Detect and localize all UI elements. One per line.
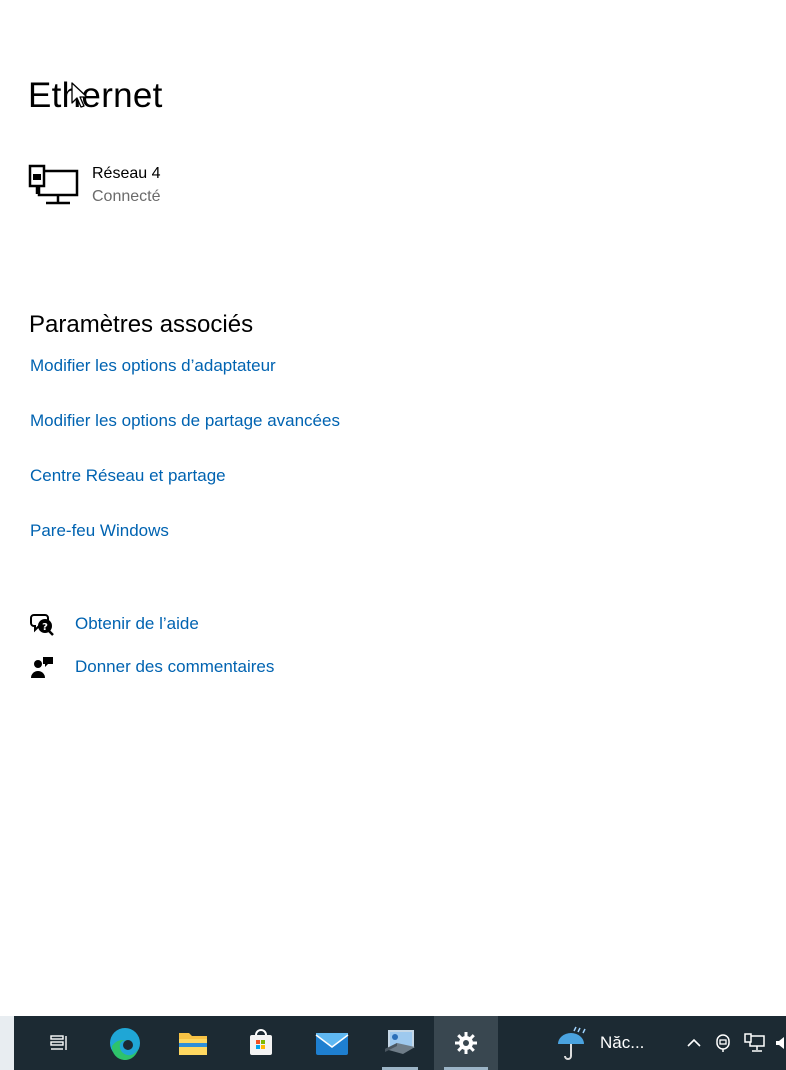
feedback-link[interactable]: Donner des commentaires (30, 654, 274, 680)
store-icon (250, 1029, 272, 1055)
network-sharing-center-link[interactable]: Centre Réseau et partage (30, 464, 226, 488)
weather-text: Năc... (600, 1033, 645, 1052)
volume-tray-button[interactable] (774, 1016, 786, 1070)
file-explorer-icon (179, 1033, 207, 1055)
settings-icon (455, 1032, 477, 1054)
mouse-cursor-icon (71, 82, 88, 108)
file-explorer-button[interactable] (168, 1016, 218, 1070)
network-connection-item[interactable]: Réseau 4 Connecté (28, 162, 328, 218)
related-settings-heading: Paramètres associés (29, 311, 254, 338)
network-icon (744, 1033, 765, 1052)
taskbar-search-edge[interactable] (0, 1016, 14, 1070)
show-hidden-icons-button[interactable] (680, 1016, 708, 1070)
mail-button[interactable] (304, 1016, 360, 1070)
get-help-link[interactable]: ? Obtenir de l’aide (30, 611, 199, 637)
get-help-label: Obtenir de l’aide (75, 614, 199, 633)
edge-taskbar-button[interactable] (100, 1016, 150, 1070)
network-tray-button[interactable] (740, 1016, 770, 1070)
windows-firewall-link[interactable]: Pare-feu Windows (30, 519, 169, 543)
task-view-button[interactable] (36, 1016, 82, 1070)
network-name: Réseau 4 (92, 165, 161, 182)
feedback-icon (31, 657, 53, 678)
store-button[interactable] (236, 1016, 286, 1070)
change-adapter-options-link[interactable]: Modifier les options d’adaptateur (30, 354, 276, 378)
chevron-up-icon (687, 1038, 701, 1047)
edge-icon (110, 1028, 140, 1060)
weather-widget[interactable]: Năc... (554, 1016, 660, 1070)
svg-text:?: ? (42, 622, 48, 633)
feedback-label: Donner des commentaires (75, 657, 275, 676)
network-status: Connecté (92, 188, 161, 205)
task-view-icon (50, 1035, 67, 1050)
meet-now-icon (716, 1034, 730, 1052)
ethernet-icon (28, 164, 79, 205)
page-title: Ethernet (28, 76, 163, 115)
meet-now-button[interactable] (710, 1016, 736, 1070)
help-chat-icon: ? (30, 614, 54, 636)
advanced-sharing-options-link[interactable]: Modifier les options de partage avancées (30, 409, 340, 433)
mail-icon (315, 1033, 349, 1055)
remote-desktop-button[interactable] (372, 1016, 428, 1070)
taskbar: Năc... (0, 1016, 786, 1070)
speaker-icon (776, 1037, 784, 1049)
remote-desktop-icon (385, 1030, 415, 1054)
settings-taskbar-button[interactable] (434, 1016, 498, 1070)
umbrella-rain-icon (558, 1026, 586, 1060)
